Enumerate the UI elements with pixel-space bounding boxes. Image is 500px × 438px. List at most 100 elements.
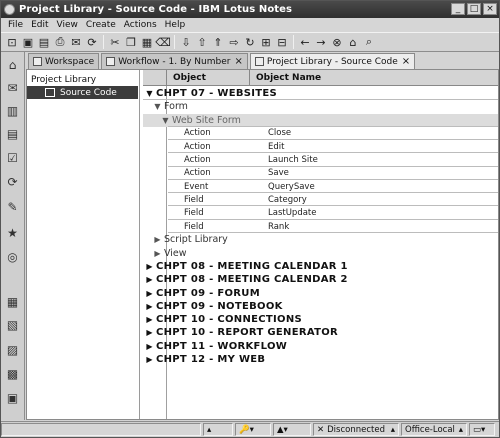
menu-help[interactable]: Help	[161, 20, 190, 30]
bookmark-database-icon[interactable]: ▦	[4, 293, 21, 310]
delete-icon[interactable]: ⌫	[155, 35, 171, 49]
twisty-collapsed-icon[interactable]: ▶	[145, 302, 154, 311]
twisty-collapsed-icon[interactable]: ▶	[153, 249, 162, 258]
object-type: Action	[184, 128, 211, 139]
open-icon[interactable]: ⊡	[5, 35, 19, 49]
stop-icon[interactable]: ⊗	[330, 35, 344, 49]
menu-view[interactable]: View	[53, 20, 82, 30]
bookmark-favorites-icon[interactable]: ★	[4, 224, 21, 241]
document-row[interactable]: Action Close	[143, 127, 498, 140]
category-row[interactable]: ▶ CHPT 08 - MEETING CALENDAR 2	[143, 273, 498, 286]
twisty-collapsed-icon[interactable]: ▶	[145, 328, 154, 337]
back-icon[interactable]: ←	[298, 35, 312, 49]
twisty-collapsed-icon[interactable]: ▶	[153, 235, 162, 244]
category-row[interactable]: ▼ CHPT 07 - WEBSITES	[143, 87, 498, 100]
twisty-collapsed-icon[interactable]: ▶	[145, 262, 154, 271]
bookmark-replicator-icon[interactable]: ⟳	[4, 173, 21, 190]
window-title: Project Library - Source Code - IBM Lotu…	[19, 4, 293, 15]
twisty-collapsed-icon[interactable]: ▶	[145, 315, 154, 324]
connection-status[interactable]: ✕ Disconnected ▴	[313, 423, 399, 436]
paste-icon[interactable]: ▦	[140, 35, 154, 49]
bookmark-mail-icon[interactable]: ✉	[4, 79, 21, 96]
arrow-up-alt-icon[interactable]: ⇑	[211, 35, 225, 49]
twisty-expanded-icon[interactable]: ▼	[145, 89, 154, 98]
search-icon[interactable]: ⌕	[362, 35, 376, 49]
title-bar[interactable]: Project Library - Source Code - IBM Lotu…	[1, 1, 499, 18]
minimize-icon[interactable]: _	[451, 3, 465, 15]
lock-icon[interactable]: 🔑▾	[235, 423, 271, 436]
tab-1[interactable]: Workflow - 1. By Number ×	[101, 53, 248, 69]
mail-icon[interactable]: ✉	[69, 35, 83, 49]
bookmark-home-icon[interactable]: ⌂	[4, 56, 21, 73]
home-icon[interactable]: ⌂	[346, 35, 360, 49]
category-row[interactable]: ▶ CHPT 12 - MY WEB	[143, 353, 498, 366]
document-row[interactable]: Field Rank	[143, 220, 498, 233]
twisty-collapsed-icon[interactable]: ▶	[145, 275, 154, 284]
menu-create[interactable]: Create	[82, 20, 120, 30]
document-row[interactable]: Field LastUpdate	[143, 207, 498, 220]
save-icon[interactable]: ▣	[21, 35, 35, 49]
tab-2[interactable]: Project Library - Source Code ×	[249, 53, 416, 69]
category-row[interactable]: ▶ CHPT 10 - CONNECTIONS	[143, 313, 498, 326]
document-row[interactable]: Field Category	[143, 193, 498, 207]
document-row[interactable]: Action Launch Site	[143, 154, 498, 167]
tab-0[interactable]: Workspace	[28, 53, 100, 69]
signal-icon[interactable]: ▲▾	[273, 423, 311, 436]
category-row[interactable]: ▶ CHPT 09 - FORUM	[143, 287, 498, 300]
twisty-collapsed-icon[interactable]: ▶	[145, 342, 154, 351]
inbox-icon[interactable]: ▭▾	[469, 423, 495, 436]
category-row[interactable]: ▶ CHPT 11 - WORKFLOW	[143, 340, 498, 353]
document-row[interactable]: Event QuerySave	[143, 180, 498, 194]
toolbar-separator	[293, 35, 294, 49]
bookmark-address-book-icon[interactable]: ▤	[4, 125, 21, 142]
status-arrow-icon[interactable]: ▴	[203, 423, 233, 436]
arrow-forward-icon[interactable]: ⇨	[227, 35, 241, 49]
bookmark-recent-icon[interactable]: ▩	[4, 365, 21, 382]
replicate-icon[interactable]: ⟳	[85, 35, 99, 49]
nav-item-1[interactable]: Source Code	[27, 86, 138, 99]
collapse-icon[interactable]: ⊟	[275, 35, 289, 49]
bookmark-calendar-icon[interactable]: ▥	[4, 102, 21, 119]
nav-item-0[interactable]: Project Library	[27, 73, 138, 86]
bookmark-discussion-icon[interactable]: ✎	[4, 198, 21, 215]
category-row[interactable]: ▶ CHPT 08 - MEETING CALENDAR 1	[143, 260, 498, 273]
location-status[interactable]: Office-Local ▴	[401, 423, 467, 436]
column-object[interactable]: Object	[167, 70, 250, 86]
twisty-expanded-icon[interactable]: ▼	[161, 116, 170, 125]
subcategory-row[interactable]: ▶ View	[143, 247, 498, 260]
expand-icon[interactable]: ⊞	[259, 35, 273, 49]
menu-file[interactable]: File	[4, 20, 27, 30]
document-row[interactable]: Action Edit	[143, 140, 498, 154]
category-label: CHPT 11 - WORKFLOW	[156, 340, 288, 352]
category-row[interactable]: ▶ CHPT 09 - NOTEBOOK	[143, 300, 498, 313]
menu-bar: File Edit View Create Actions Help	[1, 18, 499, 32]
arrow-down-icon[interactable]: ⇩	[179, 35, 193, 49]
tab-close-icon[interactable]: ×	[234, 56, 242, 67]
menu-actions[interactable]: Actions	[120, 20, 161, 30]
cut-icon[interactable]: ✂	[108, 35, 122, 49]
column-object-name[interactable]: Object Name	[250, 70, 498, 86]
forward-icon[interactable]: →	[314, 35, 328, 49]
document-row[interactable]: Action Save	[143, 167, 498, 180]
bookmark-applications-icon[interactable]: ▧	[4, 316, 21, 333]
copy-icon[interactable]: ❐	[124, 35, 138, 49]
folder-icon[interactable]: ▤	[37, 35, 51, 49]
menu-edit[interactable]: Edit	[27, 20, 52, 30]
subcategory-row[interactable]: ▶ Script Library	[143, 233, 498, 246]
category-row[interactable]: ▶ CHPT 10 - REPORT GENERATOR	[143, 326, 498, 339]
twisty-collapsed-icon[interactable]: ▶	[145, 355, 154, 364]
close-icon[interactable]: ×	[483, 3, 497, 15]
refresh-icon[interactable]: ↻	[243, 35, 257, 49]
twisty-collapsed-icon[interactable]: ▶	[145, 289, 154, 298]
subcategory-row[interactable]: ▼ Web Site Form	[143, 113, 498, 127]
tab-close-icon[interactable]: ×	[402, 56, 410, 67]
maximize-icon[interactable]: □	[467, 3, 481, 15]
subcategory-row[interactable]: ▼ Form	[143, 100, 498, 113]
bookmark-todo-icon[interactable]: ☑	[4, 149, 21, 166]
twisty-expanded-icon[interactable]: ▼	[153, 102, 162, 111]
arrow-up-icon[interactable]: ⇧	[195, 35, 209, 49]
bookmark-folder-icon[interactable]: ▨	[4, 341, 21, 358]
bookmark-more-icon[interactable]: ▣	[4, 389, 21, 406]
print-icon[interactable]: ⎙	[53, 35, 67, 49]
bookmark-web-icon[interactable]: ◎	[4, 248, 21, 265]
